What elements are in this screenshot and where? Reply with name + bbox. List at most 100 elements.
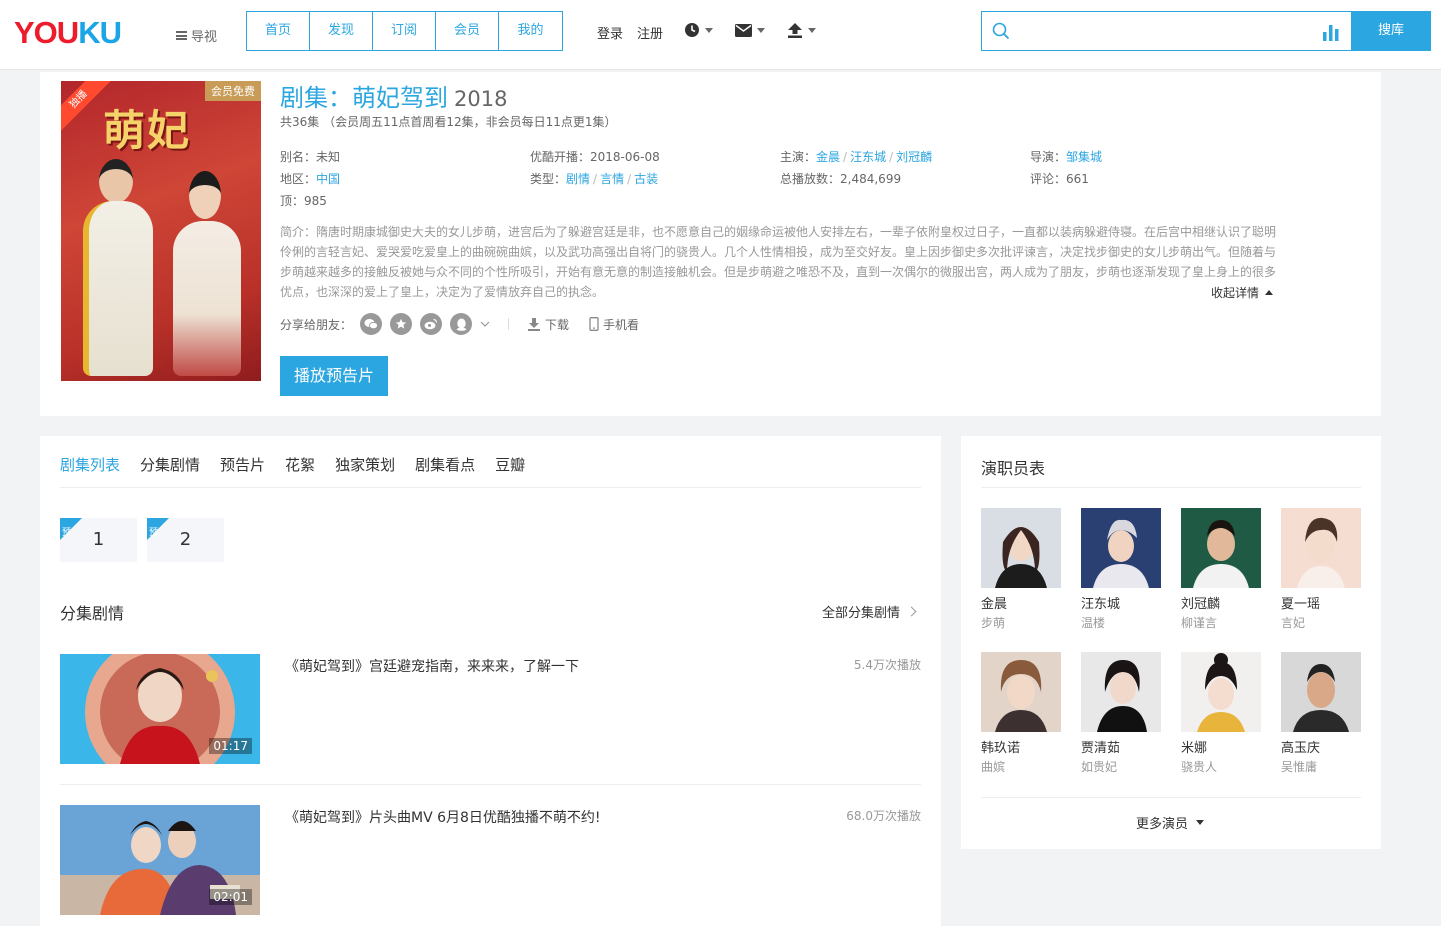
video-thumbnail[interactable]: 01:17 xyxy=(60,654,260,764)
actor-name[interactable]: 贾清茹 xyxy=(1081,741,1161,757)
episode-button-2[interactable]: 预 2 xyxy=(147,518,224,562)
weibo-icon[interactable] xyxy=(420,313,443,335)
video-item[interactable]: 01:17 《萌妃驾到》宫廷避宠指南，来来来，了解一下 5.4万次播放 xyxy=(60,654,921,764)
genre-link[interactable]: 古装 xyxy=(634,172,658,186)
show-title: 剧集：萌妃驾到 2018 xyxy=(280,84,508,112)
actor-link[interactable]: 汪东城 xyxy=(850,150,886,164)
login-link[interactable]: 登录 xyxy=(597,23,623,42)
upload-icon xyxy=(788,22,802,38)
actor-name[interactable]: 汪东城 xyxy=(1081,597,1161,613)
download-button[interactable]: 下载 xyxy=(527,316,569,333)
actor-card[interactable]: 刘冠麟 柳谨言 xyxy=(1181,508,1261,631)
search-icon xyxy=(992,22,1010,40)
actor-photo[interactable] xyxy=(1081,508,1161,588)
actor-name[interactable]: 高玉庆 xyxy=(1281,741,1361,757)
nav-tab-mine[interactable]: 我的 xyxy=(499,12,562,50)
video-item[interactable]: 02:01 《萌妃驾到》片头曲MV 6月8日优酷独播不萌不约! 68.0万次播放 xyxy=(60,805,921,915)
show-description: 简介：隋唐时期康城御史大夫的女儿步萌，进宫后为了躲避宫廷是非，也不愿意自己的姻缘… xyxy=(280,225,1277,299)
register-link[interactable]: 注册 xyxy=(637,23,663,42)
collapse-details-button[interactable]: 收起详情 xyxy=(1211,284,1274,301)
video-thumbnail[interactable]: 02:01 xyxy=(60,805,260,915)
actor-photo[interactable] xyxy=(1281,508,1361,588)
tab-behind-scenes[interactable]: 花絮 xyxy=(285,454,315,475)
actor-card[interactable]: 汪东城 温楼 xyxy=(1081,508,1161,631)
show-poster[interactable]: 萌妃 独播 会员免费 xyxy=(61,81,261,381)
poster-figure-emperor xyxy=(83,201,153,376)
section-title: 分集剧情 xyxy=(60,604,125,623)
premiere-field: 优酷开播：2018-06-08 xyxy=(530,150,660,164)
video-play-count: 5.4万次播放 xyxy=(853,658,921,672)
actor-role: 温楼 xyxy=(1081,616,1106,630)
video-duration: 02:01 xyxy=(209,889,252,905)
video-duration: 01:17 xyxy=(209,738,252,754)
actor-name[interactable]: 米娜 xyxy=(1181,741,1261,757)
chevron-down-icon[interactable] xyxy=(480,320,490,328)
wechat-icon[interactable] xyxy=(360,313,383,335)
actor-card[interactable]: 夏一瑶 言妃 xyxy=(1281,508,1361,631)
episode-tabs: 剧集列表 分集剧情 预告片 花絮 独家策划 剧集看点 豆瓣 xyxy=(60,454,525,475)
video-title[interactable]: 《萌妃驾到》片头曲MV 6月8日优酷独播不萌不约! xyxy=(285,807,601,827)
actor-card[interactable]: 贾清茹 如贵妃 xyxy=(1081,652,1161,775)
actor-card[interactable]: 韩玖诺 曲嫔 xyxy=(981,652,1061,775)
actor-photo[interactable] xyxy=(1181,652,1261,732)
actor-role: 步萌 xyxy=(981,616,1006,630)
video-title[interactable]: 《萌妃驾到》宫廷避宠指南，来来来，了解一下 xyxy=(285,656,579,676)
search-button[interactable]: 搜库 xyxy=(1351,11,1431,51)
nav-tab-home[interactable]: 首页 xyxy=(247,12,310,50)
mail-icon xyxy=(735,23,752,37)
poster-figure-consort xyxy=(173,221,241,376)
message-menu[interactable] xyxy=(735,23,765,37)
actor-name[interactable]: 金晨 xyxy=(981,597,1061,613)
genre-link[interactable]: 剧情 xyxy=(566,172,590,186)
tab-episode-plots[interactable]: 分集剧情 xyxy=(140,454,200,475)
actor-name[interactable]: 刘冠麟 xyxy=(1181,597,1261,613)
tab-douban[interactable]: 豆瓣 xyxy=(495,454,525,475)
region-link[interactable]: 中国 xyxy=(316,172,340,186)
actor-photo[interactable] xyxy=(981,508,1061,588)
show-year: 2018 xyxy=(454,87,508,111)
play-trailer-button[interactable]: 播放预告片 xyxy=(280,356,388,396)
region-field: 地区：中国 xyxy=(280,172,341,186)
director-link[interactable]: 邹集城 xyxy=(1066,150,1102,164)
actor-card[interactable]: 金晨 步萌 xyxy=(981,508,1061,631)
youku-logo[interactable]: YOUKU xyxy=(14,15,122,51)
actor-name[interactable]: 韩玖诺 xyxy=(981,741,1061,757)
ranking-chart-icon[interactable] xyxy=(1323,23,1339,41)
menu-icon xyxy=(176,31,187,40)
tab-highlights[interactable]: 剧集看点 xyxy=(415,454,475,475)
genre-field: 类型：剧情 / 言情 / 古装 xyxy=(530,172,659,186)
actor-photo[interactable] xyxy=(1081,652,1161,732)
all-episode-plots-link[interactable]: 全部分集剧情 xyxy=(822,602,917,621)
nav-tab-discover[interactable]: 发现 xyxy=(310,12,373,50)
actor-link[interactable]: 刘冠麟 xyxy=(896,150,932,164)
nav-tab-vip[interactable]: 会员 xyxy=(436,12,499,50)
chevron-up-icon xyxy=(1265,290,1274,295)
episode-button-1[interactable]: 预 1 xyxy=(60,518,137,562)
actor-card[interactable]: 米娜 骁贵人 xyxy=(1181,652,1261,775)
history-menu[interactable] xyxy=(684,22,713,38)
actor-role: 吴惟庸 xyxy=(1281,760,1318,774)
more-actors-button[interactable]: 更多演员 xyxy=(1136,813,1205,832)
genre-link[interactable]: 言情 xyxy=(600,172,624,186)
tab-trailers[interactable]: 预告片 xyxy=(220,454,265,475)
actor-photo[interactable] xyxy=(1281,652,1361,732)
nav-tab-subscribe[interactable]: 订阅 xyxy=(373,12,436,50)
tab-episode-list[interactable]: 剧集列表 xyxy=(60,454,120,475)
tab-exclusive[interactable]: 独家策划 xyxy=(335,454,395,475)
total-plays-field: 总播放数：2,484,699 xyxy=(780,172,902,186)
actor-name[interactable]: 夏一瑶 xyxy=(1281,597,1361,613)
share-bar: 分享给朋友： 下载 手机看 xyxy=(280,313,651,335)
actor-link[interactable]: 金晨 xyxy=(816,150,840,164)
actor-photo[interactable] xyxy=(1181,508,1261,588)
guide-menu[interactable]: 导视 xyxy=(176,26,217,45)
actor-photo[interactable] xyxy=(981,652,1061,732)
mobile-watch-button[interactable]: 手机看 xyxy=(589,316,639,333)
favorite-star-icon[interactable] xyxy=(390,313,413,335)
qq-icon[interactable] xyxy=(450,313,473,335)
upload-menu[interactable] xyxy=(787,22,816,38)
actor-card[interactable]: 高玉庆 吴惟庸 xyxy=(1281,652,1361,775)
chevron-down-icon xyxy=(1196,820,1205,825)
search-input[interactable] xyxy=(1016,12,1316,50)
vip-free-badge: 会员免费 xyxy=(205,81,261,101)
actor-role: 言妃 xyxy=(1281,616,1306,630)
